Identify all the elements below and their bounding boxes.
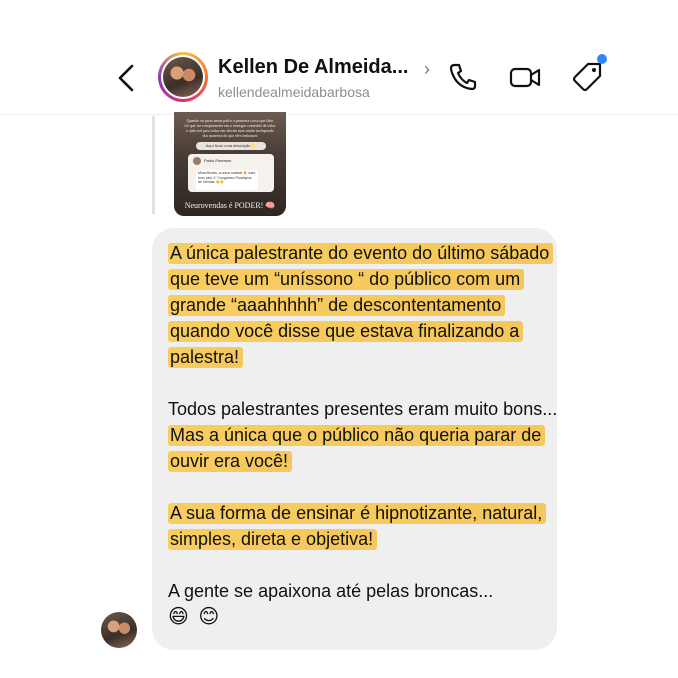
story-chat-card: Paulo Emerson Mina Biroba, a única notáv… bbox=[188, 154, 274, 192]
message-paragraph-2: Todos palestrantes presentes eram muito … bbox=[168, 396, 558, 474]
chat-header: Kellen De Almeida... › kellendealmeidaba… bbox=[0, 0, 678, 112]
notification-dot bbox=[597, 54, 607, 64]
header-divider bbox=[0, 114, 678, 115]
tag-icon[interactable] bbox=[571, 60, 605, 94]
message-paragraph-3: A sua forma de ensinar é hipnotizante, n… bbox=[168, 500, 558, 552]
contact-handle[interactable]: kellendealmeidabarbosa bbox=[218, 84, 370, 100]
avatar-photo bbox=[163, 57, 203, 97]
back-icon[interactable] bbox=[112, 60, 142, 96]
story-card-name: Paulo Emerson bbox=[204, 158, 232, 163]
paragraph-3-highlight: A sua forma de ensinar é hipnotizante, n… bbox=[168, 503, 547, 550]
story-pill: Aqui ficou uma descrição ✨ bbox=[196, 142, 266, 150]
message-paragraph-1: A única palestrante do evento do último … bbox=[168, 240, 558, 370]
reply-indicator-line bbox=[152, 116, 155, 214]
paragraph-2-plain: Todos palestrantes presentes eram muito … bbox=[168, 399, 558, 419]
story-text: Quando eu pisei nesse palco a primeira c… bbox=[184, 118, 276, 138]
story-reply-thumbnail[interactable]: Quando eu pisei nesse palco a primeira c… bbox=[174, 112, 286, 216]
contact-avatar[interactable] bbox=[158, 52, 208, 102]
story-card-avatar bbox=[193, 157, 201, 165]
paragraph-4-plain: A gente se apaixona até pelas broncas... bbox=[168, 581, 494, 601]
video-call-icon[interactable] bbox=[508, 60, 542, 94]
story-card-message: Mina Biroba, a única notável 🔥 tudo bom … bbox=[196, 170, 258, 190]
contact-name[interactable]: Kellen De Almeida... bbox=[218, 56, 408, 79]
sender-avatar[interactable] bbox=[101, 612, 137, 648]
story-caption: Neurovendas é PODER! 🧠 bbox=[184, 201, 276, 210]
phone-icon[interactable] bbox=[446, 60, 480, 94]
message-text: A única palestrante do evento do último … bbox=[168, 240, 558, 630]
paragraph-2-highlight: Mas a única que o público não queria par… bbox=[168, 425, 546, 472]
paragraph-1-highlight: A única palestrante do evento do último … bbox=[168, 243, 554, 368]
chevron-right-icon[interactable]: › bbox=[424, 59, 430, 80]
emoji-reaction: 😄 😊 bbox=[168, 606, 222, 628]
message-paragraph-4: A gente se apaixona até pelas broncas...… bbox=[168, 578, 558, 630]
